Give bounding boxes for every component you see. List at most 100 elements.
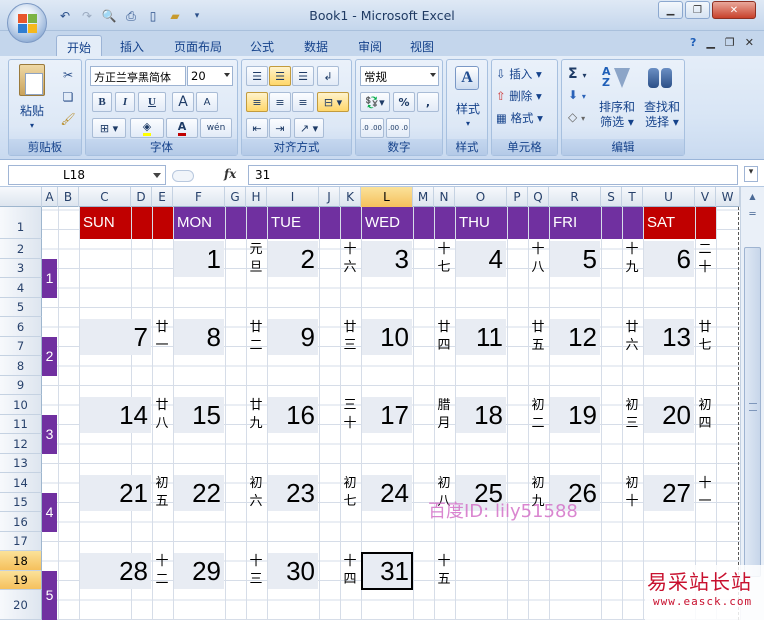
row-header-7[interactable]: 7 <box>0 337 42 356</box>
grow-font-button[interactable]: A <box>172 92 194 112</box>
comma-button[interactable]: , <box>417 92 439 112</box>
align-top-button[interactable]: ☰ <box>246 66 268 86</box>
select-all-corner[interactable] <box>0 187 42 207</box>
ribbon-close-icon[interactable]: ✕ <box>745 36 754 49</box>
tab-formulas[interactable]: 公式 <box>240 35 284 56</box>
paste-dropdown-icon[interactable]: ▾ <box>25 118 39 133</box>
orientation-button[interactable]: ↗ ▾ <box>294 118 324 138</box>
row-header-11[interactable]: 11 <box>0 415 42 434</box>
column-header-s[interactable]: S <box>601 187 622 207</box>
row-header-19[interactable]: 19 <box>0 571 42 590</box>
row-header-17[interactable]: 17 <box>0 532 42 551</box>
find-select-label[interactable]: 查找和 选择 ▾ <box>640 100 684 130</box>
styles-icon[interactable]: A <box>455 66 479 90</box>
number-format-combo[interactable]: 常规 <box>360 66 439 86</box>
column-header-j[interactable]: J <box>319 187 340 207</box>
column-header-a[interactable]: A <box>42 187 58 207</box>
align-right-button[interactable]: ≡ <box>292 92 314 112</box>
restore-button[interactable]: ❐ <box>685 1 710 19</box>
office-button[interactable] <box>7 3 47 43</box>
fill-button[interactable]: ⬇ ▾ <box>568 88 586 102</box>
insert-cells-button[interactable]: ⇩ 插入 ▾ <box>496 66 542 82</box>
row-header-9[interactable]: 9 <box>0 376 42 395</box>
scroll-up-icon[interactable]: ▲ <box>744 189 761 205</box>
column-header-r[interactable]: R <box>549 187 601 207</box>
align-center-button[interactable]: ≡ <box>269 92 291 112</box>
underline-button[interactable]: U <box>138 92 166 112</box>
font-size-combo[interactable]: 20 <box>187 66 233 86</box>
tab-review[interactable]: 审阅 <box>348 35 392 56</box>
help-icon[interactable]: ? <box>690 36 696 49</box>
align-left-button[interactable]: ≡ <box>246 92 268 112</box>
column-header-d[interactable]: D <box>131 187 152 207</box>
name-box[interactable]: L18 <box>8 165 166 185</box>
column-header-i[interactable]: I <box>267 187 319 207</box>
formula-bar-resize-icon[interactable] <box>172 170 194 182</box>
currency-button[interactable]: 💱▾ <box>360 92 390 112</box>
paste-icon[interactable] <box>19 64 45 96</box>
vertical-scrollbar[interactable]: ▲ ═ <box>740 187 764 620</box>
column-header-o[interactable]: O <box>455 187 507 207</box>
row-header-10[interactable]: 10 <box>0 395 42 415</box>
column-header-b[interactable]: B <box>58 187 79 207</box>
tab-insert[interactable]: 插入 <box>110 35 154 56</box>
copy-icon[interactable]: ❏ <box>59 88 77 106</box>
column-header-t[interactable]: T <box>622 187 643 207</box>
column-header-w[interactable]: W <box>716 187 740 207</box>
tab-page-layout[interactable]: 页面布局 <box>166 35 230 56</box>
font-color-button[interactable]: A <box>166 118 198 138</box>
column-header-p[interactable]: P <box>507 187 528 207</box>
decrease-decimal-button[interactable]: .00 .0 <box>386 118 410 138</box>
column-header-n[interactable]: N <box>434 187 455 207</box>
increase-decimal-button[interactable]: .0 .00 <box>360 118 384 138</box>
row-header-1[interactable]: 1 <box>0 207 42 239</box>
row-header-5[interactable]: 5 <box>0 298 42 317</box>
close-button[interactable]: ✕ <box>712 1 756 19</box>
column-header-v[interactable]: V <box>695 187 716 207</box>
column-header-q[interactable]: Q <box>528 187 549 207</box>
format-painter-icon[interactable]: 🖌 <box>59 110 77 128</box>
ribbon-minimize-icon[interactable]: ▁ <box>706 36 714 49</box>
bold-button[interactable]: B <box>92 92 112 112</box>
column-header-e[interactable]: E <box>152 187 173 207</box>
row-header-12[interactable]: 12 <box>0 434 42 454</box>
styles-button-label[interactable]: 样式 <box>447 102 489 117</box>
find-select-icon[interactable] <box>648 68 674 90</box>
borders-button[interactable]: ⊞ ▾ <box>92 118 126 138</box>
cell-grid[interactable]: SUN MON TUE WED THU FRI SAT 123451元旦2十六3十七4十八5… <box>42 207 740 620</box>
row-header-14[interactable]: 14 <box>0 473 42 493</box>
column-header-l[interactable]: L <box>361 187 413 207</box>
shrink-font-button[interactable]: A <box>196 92 218 112</box>
align-bottom-button[interactable]: ☰ <box>292 66 314 86</box>
split-box-icon[interactable]: ═ <box>744 207 761 223</box>
row-header-13[interactable]: 13 <box>0 454 42 473</box>
align-middle-button[interactable]: ☰ <box>269 66 291 86</box>
autosum-button[interactable]: Σ ▾ <box>568 66 586 82</box>
row-header-8[interactable]: 8 <box>0 356 42 376</box>
row-header-15[interactable]: 15 <box>0 493 42 512</box>
row-header-18[interactable]: 18 <box>0 551 42 571</box>
clear-button[interactable]: ◇ ▾ <box>568 110 585 124</box>
scroll-thumb[interactable] <box>744 247 761 577</box>
expand-formula-bar-icon[interactable]: ▾ <box>744 166 758 182</box>
ribbon-restore-icon[interactable]: ❐ <box>725 36 735 49</box>
sort-filter-label[interactable]: 排序和 筛选 ▾ <box>596 100 638 130</box>
row-header-4[interactable]: 4 <box>0 278 42 298</box>
minimize-button[interactable]: ▁ <box>658 1 683 19</box>
row-header-20[interactable]: 20 <box>0 590 42 620</box>
decrease-indent-button[interactable]: ⇤ <box>246 118 268 138</box>
increase-indent-button[interactable]: ⇥ <box>269 118 291 138</box>
format-cells-button[interactable]: ▦ 格式 ▾ <box>496 110 543 126</box>
column-header-k[interactable]: K <box>340 187 361 207</box>
insert-function-icon[interactable]: fx <box>224 167 236 181</box>
merge-center-button[interactable]: ⊟ ▾ <box>317 92 349 112</box>
italic-button[interactable]: I <box>115 92 135 112</box>
column-header-c[interactable]: C <box>79 187 131 207</box>
paste-label[interactable]: 粘贴 <box>15 104 49 119</box>
tab-data[interactable]: 数据 <box>294 35 338 56</box>
selected-cell[interactable] <box>361 552 413 590</box>
row-header-16[interactable]: 16 <box>0 512 42 532</box>
column-header-h[interactable]: H <box>246 187 267 207</box>
column-header-f[interactable]: F <box>173 187 225 207</box>
phonetic-button[interactable]: wén <box>200 118 232 138</box>
